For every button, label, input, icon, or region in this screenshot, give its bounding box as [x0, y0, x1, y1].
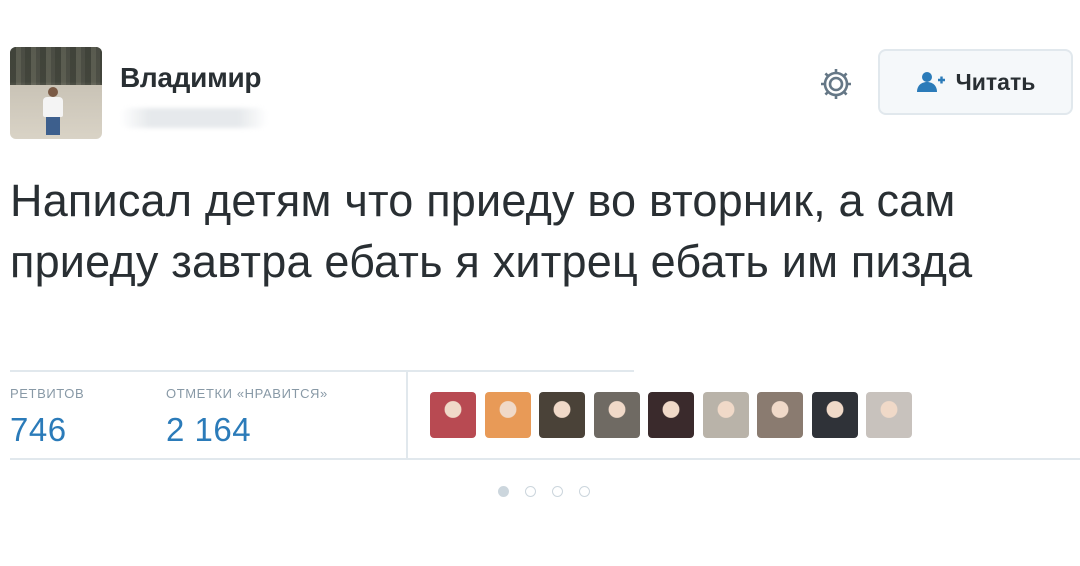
liker-avatar[interactable] [539, 392, 585, 438]
retweets-stat[interactable]: РЕТВИТОВ 746 [10, 386, 84, 449]
avatar-figure-legs [46, 117, 60, 135]
pagination-dot[interactable] [525, 486, 536, 497]
liker-avatar[interactable] [593, 392, 640, 438]
divider [10, 370, 634, 372]
retweets-label: РЕТВИТОВ [10, 386, 85, 401]
tweet-text: Написал детям что приеду во вторник, а с… [10, 175, 973, 287]
pagination-dot[interactable] [498, 486, 509, 497]
avatar-figure-body [43, 97, 63, 117]
liker-avatar[interactable] [484, 392, 531, 438]
likes-label: ОТМЕТКИ «НРАВИТСЯ» [166, 386, 328, 401]
liker-avatar[interactable] [430, 392, 476, 438]
liker-avatar[interactable] [648, 392, 694, 438]
liker-avatar[interactable] [702, 392, 749, 438]
likes-count: 2 164 [166, 411, 252, 448]
pagination-dot[interactable] [552, 486, 563, 497]
divider [10, 458, 1080, 460]
liker-avatar[interactable] [811, 392, 858, 438]
retweets-count: 746 [10, 411, 67, 448]
divider [406, 372, 408, 458]
avatar[interactable] [10, 47, 102, 139]
avatar-figure-head [48, 87, 58, 97]
gear-icon[interactable] [816, 64, 856, 104]
likes-stat[interactable]: ОТМЕТКИ «НРАВИТСЯ» 2 164 [166, 386, 328, 449]
user-handle-blurred [120, 108, 268, 128]
pagination-dots [498, 486, 590, 497]
follow-button[interactable]: Читать [878, 49, 1073, 115]
tweet-card: Владимир Читать Написал детям что приеду… [0, 0, 1080, 566]
avatar-background-trees [10, 47, 102, 85]
pagination-dot[interactable] [579, 486, 590, 497]
liker-avatar[interactable] [866, 392, 912, 438]
user-name[interactable]: Владимир [120, 62, 262, 94]
liker-avatar[interactable] [757, 392, 803, 438]
follow-person-icon [916, 72, 945, 92]
follow-button-label: Читать [955, 68, 1036, 95]
